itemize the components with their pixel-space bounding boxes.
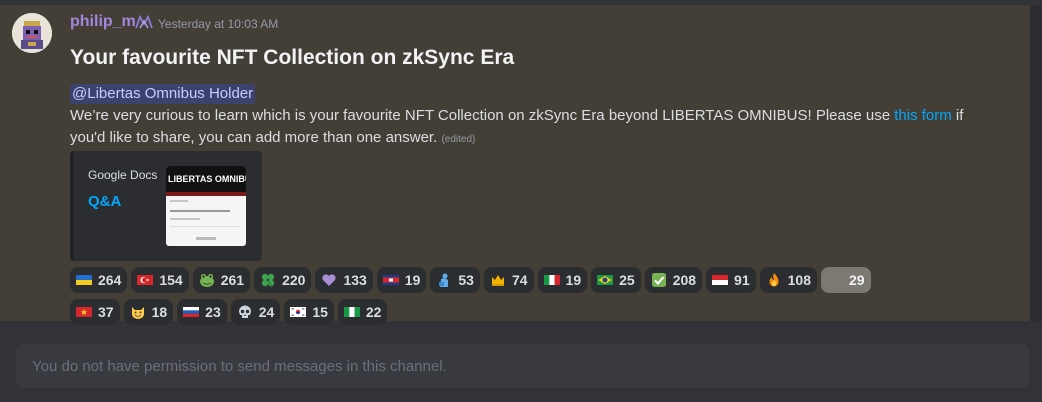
reaction-count: 23 [205,304,221,320]
thumbnail-line [170,210,230,212]
reaction-button[interactable]: 18 [123,299,174,325]
reaction-count: 261 [220,272,245,288]
reaction-button[interactable]: 22 [337,299,388,325]
crown-icon [491,275,504,286]
body-text-start: We’re very curious to learn which is you… [70,107,895,124]
thumbnail-bar [166,192,246,196]
reaction-count: 53 [458,272,474,288]
thumbnail-line [170,218,200,220]
reaction-button[interactable]: 91 [706,267,756,293]
reaction-button[interactable]: 25 [591,267,641,293]
reaction-button[interactable]: 29 [820,267,871,293]
thumbnail-line [170,226,240,227]
reaction-button[interactable]: 154 [131,267,189,293]
role-badge-icon [135,14,153,29]
reaction-button[interactable]: 208 [644,267,703,293]
message-heading: Your favourite NFT Collection on zkSync … [70,46,515,69]
form-link[interactable]: this form [894,107,952,124]
thumbnail-heading: LIBERTAS OMNIBUS [168,174,246,184]
flag-indonesia-icon [712,275,729,285]
flag-ukraine-icon [76,275,92,285]
flag-turkey-icon [137,275,154,285]
reaction-count: 19 [565,272,582,288]
check-mark-icon [651,273,666,287]
flag-nigeria-icon [343,307,360,317]
link-embed: Google Docs Q&A LIBERTAS OMNIBUS [70,151,262,261]
reaction-count: 25 [619,272,635,288]
embed-provider: Google Docs [88,168,158,182]
four-leaf-clover-icon [261,273,275,288]
reaction-button[interactable]: 133 [315,267,373,293]
reaction-count: 24 [258,304,275,320]
grinning-cat-icon [131,307,144,319]
reaction-button[interactable]: 23 [177,299,227,325]
reaction-count: 108 [787,272,811,288]
fire-icon [769,273,779,287]
reaction-button[interactable]: 19 [376,267,427,293]
thumbnail-footer [196,237,216,240]
composer-disabled-notice: You do not have permission to send messa… [32,358,447,375]
reaction-button[interactable]: 74 [483,267,534,293]
reaction-count: 220 [282,272,306,288]
timestamp: Yesterday at 10:03 AM [158,17,279,31]
reaction-count: 18 [151,304,168,320]
reaction-button[interactable]: 261 [192,267,251,293]
flag-vietnam-icon [76,307,92,317]
reaction-count: 91 [734,272,750,288]
role-mention[interactable]: @Libertas Omnibus Holder [70,84,256,104]
reaction-button[interactable]: 264 [70,267,128,293]
message-composer: You do not have permission to send messa… [16,344,1030,388]
blank-icon [827,272,843,288]
edited-label: (edited) [441,134,476,145]
flag-russia-icon [183,307,200,317]
frog-icon [199,273,214,287]
purple-heart-icon [322,274,337,286]
reaction-count: 19 [404,272,421,288]
reaction-button[interactable]: 108 [759,267,817,293]
thumbnail-header: LIBERTAS OMNIBUS [166,166,246,192]
embed-title-link[interactable]: Q&A [88,193,121,210]
reaction-button[interactable]: 220 [254,267,312,293]
skull-icon [238,305,251,318]
flag-brazil-icon [597,275,614,285]
flag-italy-icon [543,275,560,285]
reactions-bar: 264 154 261 220 133 19 53 74 19 25 208 9… [70,267,970,331]
reaction-button[interactable]: 37 [70,299,120,325]
reaction-count: 208 [672,272,697,288]
message-body: We’re very curious to learn which is you… [70,105,990,151]
reactions-row: 264 154 261 220 133 19 53 74 19 25 208 9… [70,267,970,293]
reaction-count: 37 [98,304,114,320]
reaction-button[interactable]: 19 [537,267,588,293]
flag-cambodia-icon [382,275,399,285]
scrollbar-track[interactable] [1030,5,1042,321]
reactions-row: 37 18 23 24 15 22 [70,299,970,325]
blue-figure-icon [439,273,449,287]
flag-south-korea-icon [290,307,307,317]
reaction-button[interactable]: 24 [230,299,281,325]
message-container: philip_m Yesterday at 10:03 AM Your favo… [0,5,1030,325]
embed-thumbnail[interactable]: LIBERTAS OMNIBUS [166,166,246,246]
reaction-button[interactable]: 53 [430,267,480,293]
avatar[interactable] [12,13,52,53]
reaction-count: 29 [848,272,865,288]
reaction-count: 264 [98,272,122,288]
reaction-count: 15 [312,304,328,320]
reaction-count: 22 [365,304,382,320]
reaction-count: 74 [511,272,528,288]
reaction-button[interactable]: 15 [284,299,334,325]
thumbnail-line [170,200,188,202]
username[interactable]: philip_m [70,13,136,31]
reaction-count: 154 [159,272,183,288]
reaction-count: 133 [343,272,367,288]
